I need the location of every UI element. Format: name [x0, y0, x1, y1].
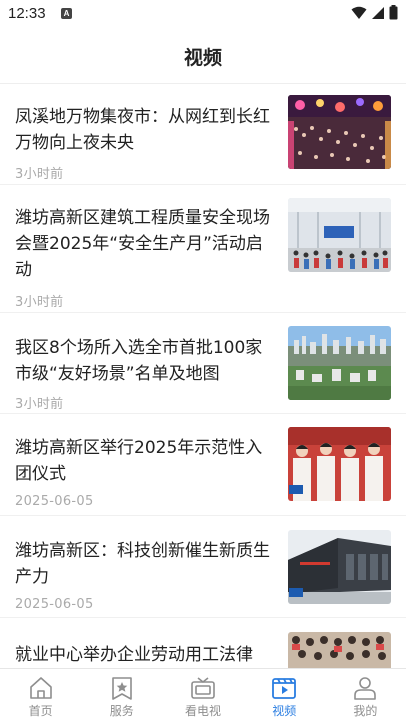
news-feed[interactable]: 凤溪地万物集夜市：从网红到长红 万物向上夜未央 3小时前 潍坊高新区建筑工程质量… — [0, 84, 406, 668]
news-item[interactable]: 凤溪地万物集夜市：从网红到长红 万物向上夜未央 3小时前 — [0, 84, 406, 185]
tab-label: 首页 — [28, 704, 53, 718]
signal-icon — [372, 6, 384, 19]
news-item[interactable]: 我区8个场所入选全市首批100家市级“友好场景”名单及地图 3小时前 — [0, 313, 406, 414]
tab-video[interactable]: 视频 — [244, 669, 325, 723]
status-bar: 12:33 A — [0, 0, 406, 28]
page-header: 视频 — [0, 28, 406, 84]
news-title: 潍坊高新区举行2025年示范性入团仪式 — [15, 438, 263, 484]
tv-icon — [191, 677, 215, 699]
notification-icon: A — [61, 8, 72, 19]
news-thumbnail — [288, 632, 391, 668]
user-icon — [354, 677, 377, 700]
tab-profile[interactable]: 我的 — [325, 669, 406, 723]
news-title: 就业中心举办企业劳动用工法律 — [15, 645, 253, 665]
tab-watch-tv[interactable]: 看电视 — [162, 669, 243, 723]
bottom-tab-bar: 首页 服务 看电视 视频 我的 — [0, 668, 406, 723]
news-time: 3小时前 — [15, 167, 64, 182]
news-item[interactable]: 就业中心举办企业劳动用工法律 — [0, 618, 406, 668]
news-time: 3小时前 — [15, 397, 64, 412]
wifi-icon — [351, 6, 367, 19]
news-title: 凤溪地万物集夜市：从网红到长红 万物向上夜未央 — [15, 107, 270, 153]
tab-home[interactable]: 首页 — [0, 669, 81, 723]
news-thumbnail — [288, 95, 391, 169]
video-play-icon — [272, 678, 297, 699]
news-time: 2025-06-05 — [15, 597, 94, 612]
news-title: 潍坊高新区建筑工程质量安全现场会暨2025年“安全生产月”活动启动 — [15, 208, 270, 280]
news-thumbnail — [288, 427, 391, 501]
status-icons — [351, 5, 398, 20]
battery-icon — [389, 5, 398, 20]
star-bookmark-icon — [111, 677, 132, 700]
home-icon — [29, 677, 52, 699]
news-item[interactable]: 潍坊高新区：科技创新催生新质生产力 2025-06-05 — [0, 516, 406, 618]
news-thumbnail — [288, 326, 391, 400]
news-item[interactable]: 潍坊高新区举行2025年示范性入团仪式 2025-06-05 — [0, 414, 406, 516]
tab-label: 服务 — [109, 704, 134, 718]
status-time: 12:33 — [8, 5, 46, 22]
news-title: 我区8个场所入选全市首批100家市级“友好场景”名单及地图 — [15, 338, 263, 384]
news-time: 2025-06-05 — [15, 494, 94, 509]
tab-label: 看电视 — [185, 704, 222, 718]
news-thumbnail — [288, 198, 391, 272]
tab-services[interactable]: 服务 — [81, 669, 162, 723]
news-time: 3小时前 — [15, 295, 64, 310]
news-title: 潍坊高新区：科技创新催生新质生产力 — [15, 541, 270, 587]
news-item[interactable]: 潍坊高新区建筑工程质量安全现场会暨2025年“安全生产月”活动启动 3小时前 — [0, 185, 406, 313]
news-thumbnail — [288, 530, 391, 604]
page-title: 视频 — [183, 47, 222, 69]
tab-label: 视频 — [272, 704, 297, 718]
tab-label: 我的 — [353, 704, 378, 718]
